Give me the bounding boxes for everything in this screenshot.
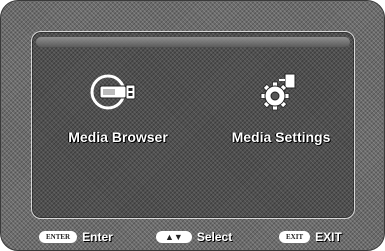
enter-hint[interactable]: ENTER Enter	[39, 230, 113, 244]
media-settings-label: Media Settings	[231, 129, 331, 145]
remote-hint-bar: ENTER Enter ▲▼ Select EXIT EXIT	[1, 230, 384, 246]
select-hint[interactable]: ▲▼ Select	[156, 230, 232, 244]
select-hint-label: Select	[196, 230, 233, 244]
gear-settings-icon	[260, 73, 296, 111]
enter-hint-label: Enter	[82, 230, 113, 244]
exit-hint[interactable]: EXIT EXIT	[279, 230, 342, 244]
media-settings-option[interactable]: Media Settings	[206, 69, 356, 149]
tv-menu-screen: Media Browser Media Settings ENTER Enter…	[0, 0, 385, 251]
up-down-arrows-icon: ▲▼	[156, 231, 192, 243]
enter-key-icon: ENTER	[39, 231, 78, 243]
usb-stick-icon	[90, 74, 136, 110]
exit-key-icon: EXIT	[279, 231, 311, 243]
media-browser-option[interactable]: Media Browser	[43, 69, 193, 149]
exit-hint-label: EXIT	[315, 230, 342, 244]
panel-header-bar	[36, 37, 350, 47]
media-browser-label: Media Browser	[68, 129, 168, 145]
